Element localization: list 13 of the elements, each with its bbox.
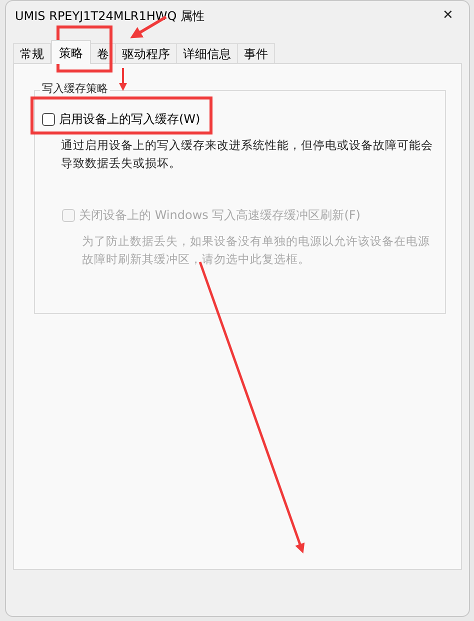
- window-title: UMIS RPEYJ1T24MLR1HWQ 属性: [15, 8, 205, 25]
- highlight-frame: [56, 26, 112, 72]
- close-button[interactable]: ✕: [433, 4, 463, 28]
- checkbox-label[interactable]: 启用设备上的写入缓存(W): [59, 110, 200, 128]
- checkbox[interactable]: [42, 112, 55, 126]
- tab[interactable]: 常规: [13, 43, 51, 63]
- option-description: 通过启用设备上的写入缓存来改进系统性能，但停电或设备故障可能会导致数据丢失或损坏。: [61, 137, 434, 172]
- tab[interactable]: 事件: [237, 43, 275, 63]
- tab[interactable]: 详细信息: [176, 43, 238, 63]
- tab[interactable]: 驱动程序: [115, 43, 177, 63]
- option-description: 为了防止数据丢失，如果设备没有单独的电源以允许该设备在电源故障时刷新其缓冲区，请勿选中此复选框。: [82, 233, 431, 268]
- tab[interactable]: 策略: [51, 40, 91, 64]
- arrow-drawing: [119, 68, 127, 91]
